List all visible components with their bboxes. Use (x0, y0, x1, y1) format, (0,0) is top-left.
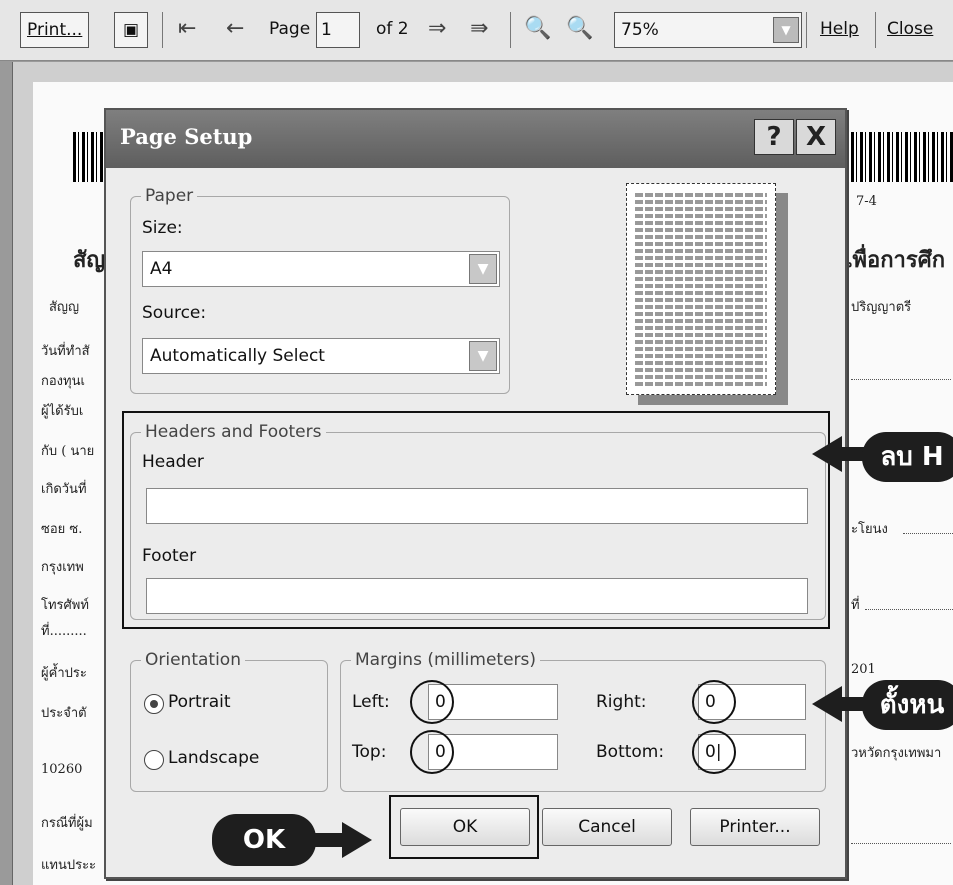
orientation-group: Orientation (130, 650, 328, 792)
doc-line: 10260 (41, 762, 83, 777)
top-margin-label: Top: (352, 742, 387, 762)
doc-line: วหวัดกรุงเทพมา (851, 746, 942, 761)
doc-line: โทรศัพท์ (41, 598, 89, 613)
dialog-titlebar: Page Setup ? X (106, 110, 845, 168)
page-total: of 2 (376, 19, 409, 39)
close-button[interactable]: Close (887, 12, 933, 46)
viewer-toolbar: Print... ▣ ⇤ ← Page 1 of 2 ⇒ ⇛ 🔍 🔍 75% ▼… (0, 0, 953, 61)
next-page-icon[interactable]: ⇒ (428, 12, 446, 46)
toolbar-divider (806, 12, 807, 48)
callout-set-margins: ตั้งหน (862, 680, 953, 730)
page-preview (626, 183, 776, 395)
doc-line: สัญญ (49, 300, 80, 315)
doc-line: ะโยนง (851, 522, 888, 537)
chevron-down-icon: ▼ (469, 254, 497, 284)
portrait-label[interactable]: Portrait (168, 692, 231, 712)
close-icon[interactable]: X (796, 119, 836, 155)
doc-line: กองทุนเ (41, 374, 85, 389)
bottom-margin-label: Bottom: (596, 742, 665, 762)
page-number-input[interactable]: 1 (316, 12, 360, 48)
page-label: Page (269, 19, 311, 39)
toolbar-divider (875, 12, 876, 48)
last-page-icon[interactable]: ⇛ (470, 12, 488, 46)
doc-line: วันที่ทำสั (41, 344, 90, 359)
paper-size-select[interactable]: A4 ▼ (142, 251, 500, 287)
callout-arrow-ok (342, 822, 372, 858)
help-icon[interactable]: ? (754, 119, 794, 155)
doc-dots (903, 532, 953, 534)
toolbar-divider (162, 12, 163, 48)
doc-dots (851, 842, 951, 844)
dialog-title: Page Setup (120, 124, 253, 149)
doc-line: ผู้ค้ำประ (41, 666, 87, 681)
doc-line: ที่......... (41, 624, 87, 639)
doc-code: 7-4 (856, 194, 877, 209)
zoom-value: 75% (621, 20, 659, 40)
printer-button[interactable]: Printer... (690, 808, 820, 846)
prev-page-icon[interactable]: ← (226, 12, 244, 46)
page-setup-dialog: Page Setup ? X Paper Size: A4 ▼ Source: … (104, 108, 847, 879)
left-margin-highlight-circle (410, 680, 454, 724)
paper-legend: Paper (145, 186, 194, 206)
portrait-radio[interactable] (144, 694, 164, 714)
right-margin-highlight-circle (692, 680, 736, 724)
callout-delete-headers: ลบ H (862, 432, 953, 482)
doc-line: ประจำตั (41, 706, 87, 721)
landscape-radio[interactable] (144, 750, 164, 770)
paper-source-select[interactable]: Automatically Select ▼ (142, 338, 500, 374)
toolbar-divider (510, 12, 511, 48)
doc-heading-left: สัญ (73, 247, 106, 273)
cancel-button[interactable]: Cancel (542, 808, 672, 846)
doc-line: กับ ( นาย (41, 444, 95, 459)
doc-dots (865, 608, 953, 610)
doc-line: กรณีที่ผู้ม (41, 816, 93, 831)
barcode-right (833, 132, 953, 182)
margins-legend: Margins (millimeters) (355, 650, 537, 670)
right-margin-label: Right: (596, 692, 647, 712)
callout-ok: OK (212, 814, 316, 866)
doc-heading-right: เพื่อการศึก (845, 247, 946, 273)
print-button[interactable]: Print... (20, 12, 90, 48)
doc-line: ซอย ซ. (41, 522, 83, 537)
headers-footers-highlight (122, 411, 830, 629)
doc-line: แทนประะ (41, 858, 97, 873)
page-setup-icon[interactable]: ▣ (114, 12, 148, 48)
bottom-margin-highlight-circle (692, 730, 736, 774)
paper-size-value: A4 (150, 259, 173, 279)
zoom-out-icon[interactable]: 🔍 (524, 12, 551, 46)
orientation-legend: Orientation (145, 650, 241, 670)
chevron-down-icon: ▼ (773, 17, 799, 43)
landscape-label[interactable]: Landscape (168, 748, 259, 768)
callout-arrow-shaft (312, 833, 344, 847)
doc-line: ปริญญาตรี (851, 300, 912, 315)
first-page-icon[interactable]: ⇤ (178, 12, 196, 46)
doc-line: ผู้ได้รับเ (41, 404, 84, 419)
doc-line: กรุงเทพ (41, 560, 84, 575)
source-label: Source: (142, 303, 207, 323)
left-margin-label: Left: (352, 692, 390, 712)
help-button[interactable]: Help (820, 12, 859, 46)
top-margin-highlight-circle (410, 730, 454, 774)
margins-group: Margins (millimeters) (340, 650, 826, 792)
size-label: Size: (142, 218, 183, 238)
doc-line: 201 (851, 662, 876, 677)
doc-line: ที่ (851, 598, 860, 613)
radio-selected-dot (150, 700, 158, 708)
doc-dots (851, 378, 951, 380)
chevron-down-icon: ▼ (469, 341, 497, 371)
zoom-select[interactable]: 75% ▼ (614, 12, 802, 48)
ok-button-highlight (389, 795, 539, 859)
doc-line: เกิดวันที่ (41, 482, 87, 497)
paper-source-value: Automatically Select (150, 346, 325, 366)
zoom-in-icon[interactable]: 🔍 (566, 12, 593, 46)
